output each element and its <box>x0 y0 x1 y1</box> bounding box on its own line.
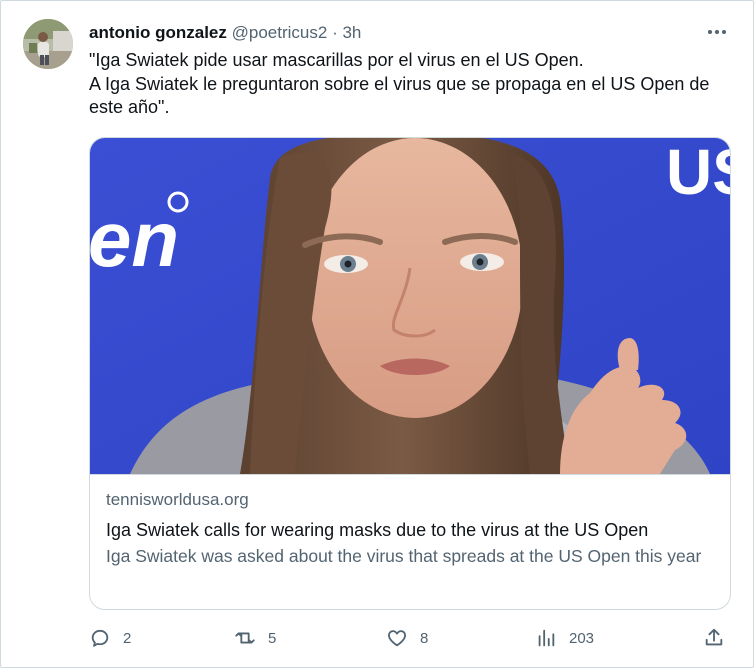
like-icon <box>388 630 406 647</box>
views-icon <box>538 629 555 647</box>
author-name[interactable]: antonio gonzalez <box>89 23 227 42</box>
share-icon <box>705 628 723 646</box>
more-icon[interactable] <box>703 21 731 43</box>
tweet[interactable]: antonio gonzalez @poetricus2 · 3h "Iga S… <box>0 0 754 668</box>
like-count: 8 <box>420 629 429 647</box>
card-image[interactable]: en US <box>90 138 731 474</box>
retweet-icon <box>235 632 255 644</box>
reply-icon <box>91 629 109 647</box>
tweet-text-line: "Iga Swiatek pide usar mascarillas por e… <box>89 50 584 70</box>
author-handle[interactable]: @poetricus2 <box>232 23 328 42</box>
retweet-button[interactable]: 5 <box>234 623 276 653</box>
card-description: Iga Swiatek was asked about the virus th… <box>106 546 702 566</box>
separator: · <box>332 23 338 42</box>
share-button[interactable] <box>703 623 725 653</box>
retweet-count: 5 <box>268 629 277 647</box>
backdrop-logo-left: en <box>90 195 179 283</box>
avatar[interactable] <box>23 19 73 69</box>
backdrop-logo-right: US <box>666 138 731 208</box>
timestamp[interactable]: 3h <box>342 23 361 42</box>
card-domain: tennisworldusa.org <box>106 490 249 509</box>
like-button[interactable]: 8 <box>386 623 428 653</box>
tweet-actions: 2 5 8 203 <box>89 623 729 653</box>
views-button[interactable]: 203 <box>535 623 594 653</box>
tweet-header: antonio gonzalez @poetricus2 · 3h <box>89 22 361 44</box>
reply-button[interactable]: 2 <box>89 623 131 653</box>
tweet-text-line: A Iga Swiatek le preguntaron sobre el vi… <box>89 73 710 118</box>
card-body[interactable]: tennisworldusa.org Iga Swiatek calls for… <box>90 474 730 609</box>
card-title[interactable]: Iga Swiatek calls for wearing masks due … <box>106 517 716 543</box>
reply-count: 2 <box>123 629 132 647</box>
tweet-text: "Iga Swiatek pide usar mascarillas por e… <box>89 49 729 120</box>
link-card[interactable]: en US <box>89 137 731 610</box>
views-count: 203 <box>569 629 595 647</box>
